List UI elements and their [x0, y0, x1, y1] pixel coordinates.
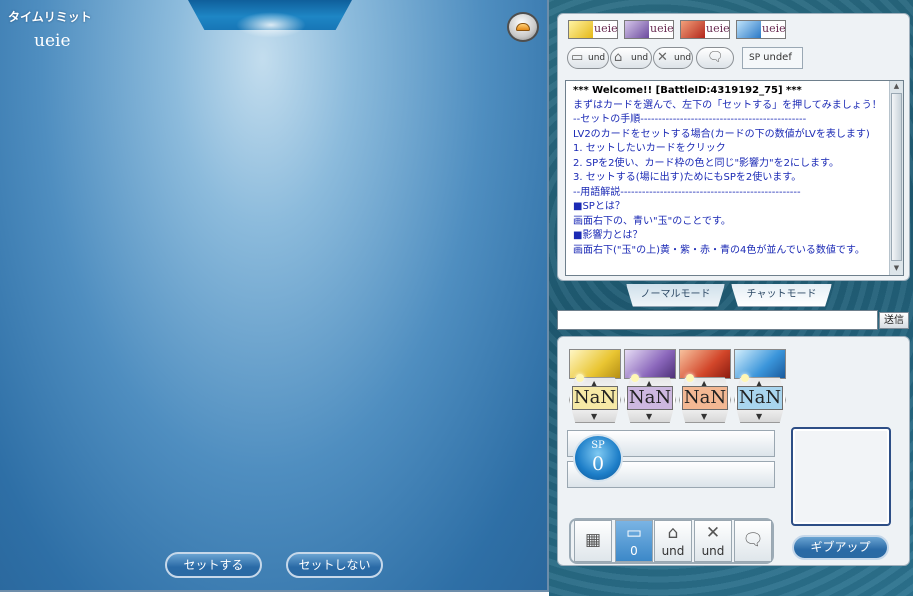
- chat-line: 2. SPを2使い、カード枠の色と同じ"影響力"を2にします。: [573, 157, 840, 169]
- mini-card-art: [681, 21, 705, 38]
- card-level-plate: NaN: [737, 386, 783, 410]
- card-preview: [791, 427, 891, 526]
- opponent-mini-card: ueie: [736, 20, 786, 39]
- decrease-arrow-icon[interactable]: ▼: [646, 412, 652, 421]
- opponent-mini-card: ueie: [680, 20, 730, 39]
- card-light: [576, 374, 584, 382]
- mini-card-name: ueie: [594, 22, 618, 35]
- chat-line: LV2のカードをセットする場合(カードの下の数値がLVを表します): [573, 128, 870, 140]
- chat-line: まずはカードを選んで、左下の「セットする」を押してみましょう！: [573, 99, 882, 111]
- card-light: [741, 374, 749, 382]
- set-button[interactable]: セットする: [165, 552, 262, 578]
- mini-card-art: [569, 21, 593, 38]
- decrease-arrow-icon[interactable]: ▼: [701, 412, 707, 421]
- card-level-plate: NaN: [682, 386, 728, 410]
- opponent-mini-card: ueie: [624, 20, 674, 39]
- hand-card[interactable]: ▲ NaN ▼: [624, 349, 676, 425]
- wall-count-value: und: [631, 53, 649, 63]
- mini-card-art: [625, 21, 649, 38]
- sp-orb-value: 0: [591, 453, 605, 475]
- opponent-cross-count: ✕ und: [653, 47, 693, 69]
- card-light: [686, 374, 694, 382]
- wall-button[interactable]: ⌂ und: [654, 520, 692, 562]
- mini-card-name: ueie: [762, 22, 786, 35]
- opponent-sp-label: SP: [749, 53, 761, 63]
- chat-bubble-icon: 🗨: [742, 530, 764, 550]
- chat-line: 画面右下の、青い"玉"のことです。: [573, 215, 731, 227]
- card-level-plate: NaN: [627, 386, 673, 410]
- grid-button[interactable]: ▦: [574, 520, 612, 562]
- cross-count-value: und: [674, 53, 692, 63]
- chat-line: ■影響力とは？: [573, 230, 643, 241]
- cross-icon: ✕: [657, 50, 668, 65]
- cross-value: und: [701, 544, 725, 558]
- wall-icon: ⌂: [667, 523, 679, 543]
- opponent-sp-value: undef: [763, 52, 792, 63]
- cards-value: 0: [630, 544, 638, 558]
- tab-chat-mode[interactable]: チャットモード: [731, 284, 832, 307]
- grid-icon: ▦: [584, 530, 602, 550]
- chat-line: ■SPとは？: [573, 201, 625, 212]
- opponent-card-count: ▭ und: [567, 47, 609, 69]
- battle-screen: タイムリミット ueie セットする セットしない ueie ueie ueie…: [0, 0, 913, 596]
- tray-inner: [516, 23, 530, 31]
- give-up-button[interactable]: ギブアップ: [792, 535, 889, 560]
- no-set-button[interactable]: セットしない: [286, 552, 383, 578]
- mini-card-name: ueie: [706, 22, 730, 35]
- chat-line: --用語解説----------------------------------…: [573, 186, 801, 198]
- chat-scrollbar[interactable]: ▲ ▼: [889, 81, 903, 275]
- chat-button[interactable]: 🗨: [734, 520, 772, 562]
- hand-card[interactable]: ▲ NaN ▼: [679, 349, 731, 425]
- opponent-sp-box: SP undef: [742, 47, 803, 69]
- opponent-wall-count: ⌂ und: [610, 47, 652, 69]
- field-top-glow: [236, 12, 306, 38]
- scroll-thumb[interactable]: [891, 93, 902, 261]
- card-icon: ▭: [625, 523, 643, 543]
- sp-orb: SP 0: [573, 434, 623, 482]
- hand-card[interactable]: ▲ NaN ▼: [734, 349, 786, 425]
- sp-orb-label: SP: [591, 440, 605, 451]
- tab-normal-mode[interactable]: ノーマルモード: [626, 284, 725, 307]
- chat-input[interactable]: [557, 310, 878, 330]
- send-button[interactable]: 送信: [879, 312, 909, 329]
- cards-button[interactable]: ▭ 0: [615, 520, 653, 562]
- time-limit-label: タイムリミット: [8, 10, 92, 24]
- card-count-value: und: [588, 53, 606, 63]
- wall-value: und: [661, 544, 685, 558]
- mini-card-art: [737, 21, 761, 38]
- card-light: [631, 374, 639, 382]
- opponent-mini-card: ueie: [568, 20, 618, 39]
- cross-button[interactable]: ✕ und: [694, 520, 732, 562]
- chat-line: 画面右下("玉"の上)黄・紫・赤・青の4色が並んでいる数値です。: [573, 244, 865, 256]
- battle-field: タイムリミット ueie セットする セットしない: [0, 0, 549, 592]
- decrease-arrow-icon[interactable]: ▼: [756, 412, 762, 421]
- scroll-up-icon[interactable]: ▲: [892, 82, 901, 92]
- opponent-name: ueie: [34, 31, 71, 51]
- chat-line: 1. セットしたいカードをクリック: [573, 143, 726, 154]
- scroll-down-icon[interactable]: ▼: [892, 264, 901, 274]
- decrease-arrow-icon[interactable]: ▼: [591, 412, 597, 421]
- chat-line: *** Welcome!! [BattleID:4319192_75] ***: [573, 85, 802, 96]
- mini-card-name: ueie: [650, 22, 674, 35]
- card-level-plate: NaN: [572, 386, 618, 410]
- chat-bubble-icon: 🗨: [707, 50, 724, 65]
- cross-icon: ✕: [705, 523, 721, 543]
- wall-icon: ⌂: [614, 50, 623, 65]
- chat-line: 3. セットする(場に出す)ためにもSPを2使います。: [573, 172, 802, 183]
- chat-log[interactable]: *** Welcome!! [BattleID:4319192_75] *** …: [565, 80, 904, 276]
- chat-messages: *** Welcome!! [BattleID:4319192_75] *** …: [573, 84, 886, 258]
- card-icon: ▭: [571, 50, 584, 65]
- chat-line: --セットの手順--------------------------------…: [573, 114, 807, 125]
- hand-card[interactable]: ▲ NaN ▼: [569, 349, 621, 425]
- deck-tray-icon[interactable]: [507, 12, 539, 42]
- opponent-chat-icon-pill[interactable]: 🗨: [696, 47, 734, 69]
